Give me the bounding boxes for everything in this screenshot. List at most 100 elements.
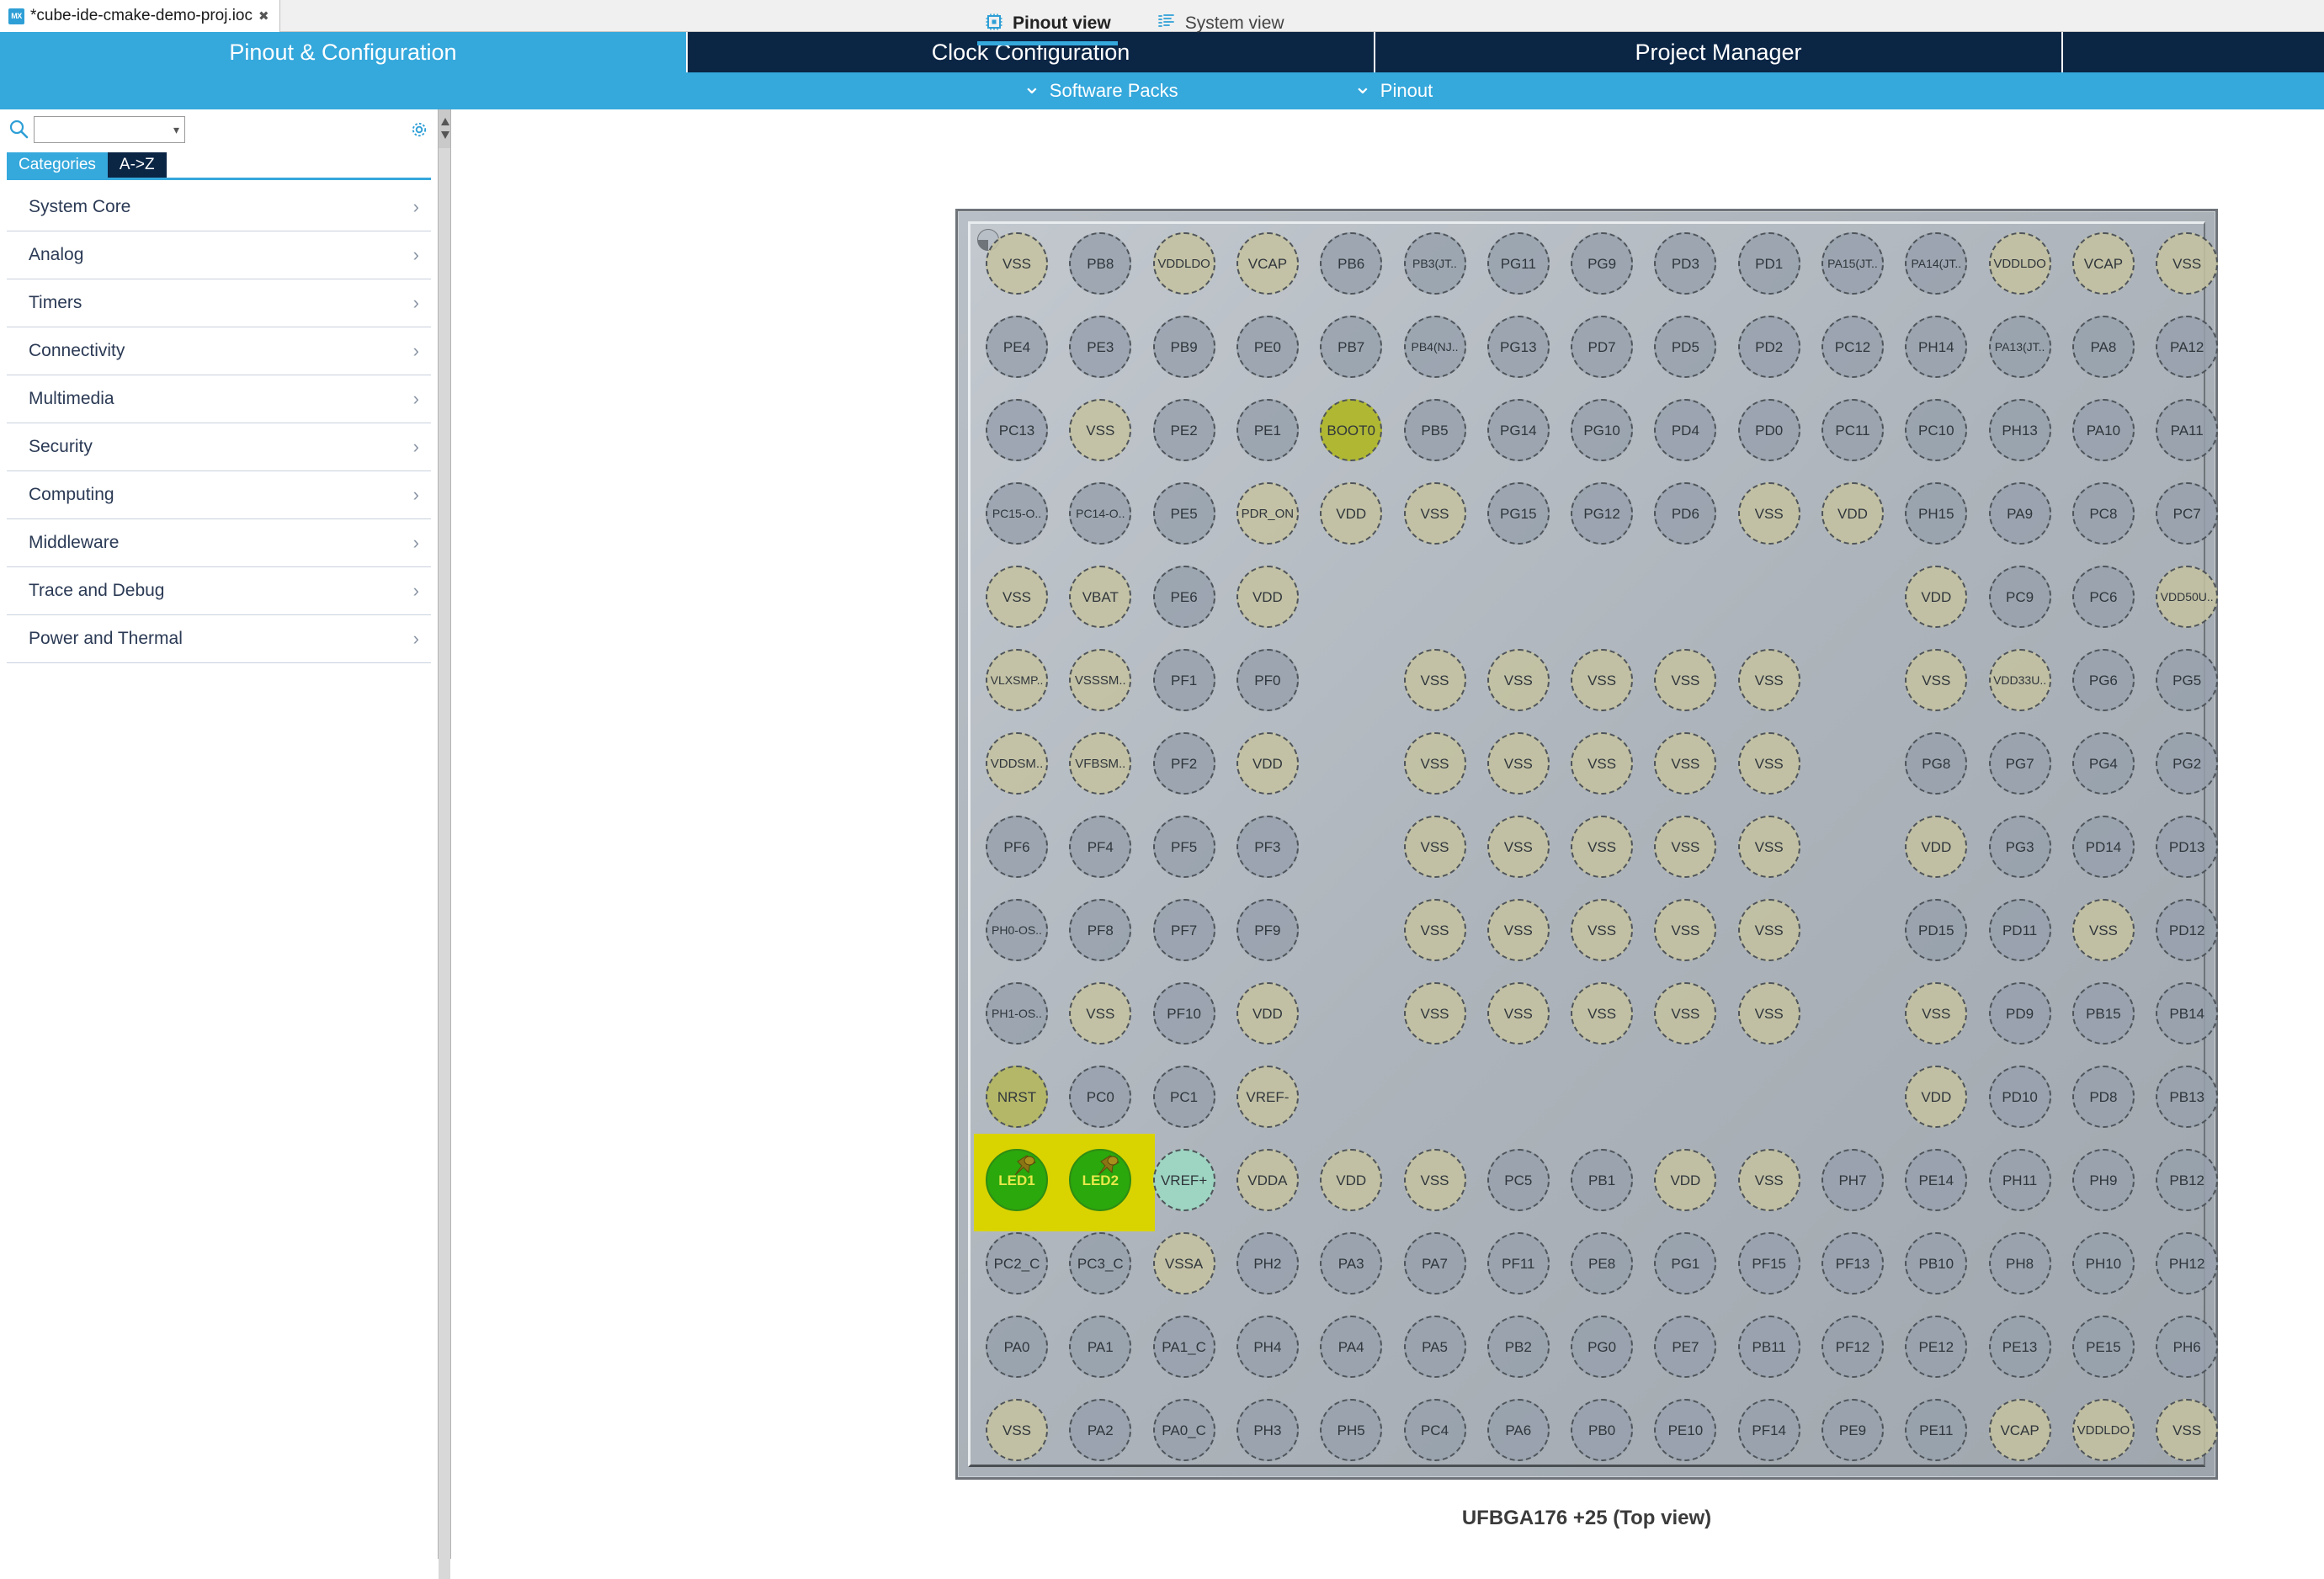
pin-pa3-r13c5[interactable]: PA3 [1320,1232,1382,1295]
pin-pd1-r1c10[interactable]: PD1 [1738,232,1800,295]
pin-vss-r15c1[interactable]: VSS [986,1399,1048,1461]
pin-pa13jt-r2c13[interactable]: PA13(JT.. [1989,316,2051,378]
pin-pc3_c-r13c2[interactable]: PC3_C [1069,1232,1131,1295]
pin-pd9-r10c13[interactable]: PD9 [1989,982,2051,1045]
pin-pe0-r2c4[interactable]: PE0 [1236,316,1299,378]
pin-pb9-r2c3[interactable]: PB9 [1153,316,1215,378]
pin-pa0-r14c1[interactable]: PA0 [986,1316,1048,1378]
pin-vddldo-r15c14[interactable]: VDDLDO [2072,1399,2135,1461]
close-icon[interactable]: ✖ [258,8,269,24]
pin-vss-r7c9[interactable]: VSS [1654,732,1716,795]
tab-system-view[interactable]: System view [1150,8,1291,45]
pin-vcap-r1c14[interactable]: VCAP [2072,232,2135,295]
gear-icon[interactable] [409,120,429,140]
pin-vddsm-r7c1[interactable]: VDDSM.. [986,732,1048,795]
pin-ph12-r13c15[interactable]: PH12 [2156,1232,2218,1295]
pin-vss-r6c8[interactable]: VSS [1571,649,1633,711]
pin-pd11-r9c13[interactable]: PD11 [1989,899,2051,961]
pin-vss-r12c6[interactable]: VSS [1404,1149,1466,1211]
pin-pb13-r11c15[interactable]: PB13 [2156,1066,2218,1128]
pin-ph8-r13c13[interactable]: PH8 [1989,1232,2051,1295]
pin-vfbsm-r7c2[interactable]: VFBSM.. [1069,732,1131,795]
pin-pb14-r10c15[interactable]: PB14 [2156,982,2218,1045]
pin-pc0-r11c2[interactable]: PC0 [1069,1066,1131,1128]
sidebar-item-security[interactable]: Security› [7,423,431,471]
sidebar-item-connectivity[interactable]: Connectivity› [7,327,431,375]
sidebar-item-timers[interactable]: Timers› [7,279,431,327]
pin-vss-r10c6[interactable]: VSS [1404,982,1466,1045]
sidebar-item-power-and-thermal[interactable]: Power and Thermal› [7,615,431,663]
pin-pg8-r7c12[interactable]: PG8 [1905,732,1967,795]
pin-pe13-r14c13[interactable]: PE13 [1989,1316,2051,1378]
pin-pc7-r4c15[interactable]: PC7 [2156,482,2218,545]
pin-vdd-r11c12[interactable]: VDD [1905,1066,1967,1128]
pin-pd6-r4c9[interactable]: PD6 [1654,482,1716,545]
pin-pg12-r4c8[interactable]: PG12 [1571,482,1633,545]
pin-pc2_c-r13c1[interactable]: PC2_C [986,1232,1048,1295]
panel-collapse-strip[interactable] [438,109,451,1559]
pin-pc6-r5c14[interactable]: PC6 [2072,566,2135,628]
pin-vdd-r5c4[interactable]: VDD [1236,566,1299,628]
pin-pd12-r9c15[interactable]: PD12 [2156,899,2218,961]
pin-pf6-r8c1[interactable]: PF6 [986,816,1048,878]
pin-pd7-r2c8[interactable]: PD7 [1571,316,1633,378]
pin-vss-r6c7[interactable]: VSS [1487,649,1550,711]
pin-pg4-r7c14[interactable]: PG4 [2072,732,2135,795]
pin-pd8-r11c14[interactable]: PD8 [2072,1066,2135,1128]
pin-pb11-r14c10[interactable]: PB11 [1738,1316,1800,1378]
pin-vss-r7c8[interactable]: VSS [1571,732,1633,795]
pin-pa14jt-r1c12[interactable]: PA14(JT.. [1905,232,1967,295]
pin-pf9-r9c4[interactable]: PF9 [1236,899,1299,961]
pin-pe1-r3c4[interactable]: PE1 [1236,399,1299,461]
pin-pg1-r13c9[interactable]: PG1 [1654,1232,1716,1295]
pin-pg11-r1c7[interactable]: PG11 [1487,232,1550,295]
pin-ph11-r12c13[interactable]: PH11 [1989,1149,2051,1211]
pin-pe11-r15c12[interactable]: PE11 [1905,1399,1967,1461]
pin-vss-r4c6[interactable]: VSS [1404,482,1466,545]
pin-pa10-r3c14[interactable]: PA10 [2072,399,2135,461]
pin-led2-r12c2[interactable]: LED2 [1069,1149,1131,1211]
sidebar-item-computing[interactable]: Computing› [7,471,431,519]
pin-ph6-r14c15[interactable]: PH6 [2156,1316,2218,1378]
pin-pa4-r14c5[interactable]: PA4 [1320,1316,1382,1378]
pin-pa9-r4c13[interactable]: PA9 [1989,482,2051,545]
pin-pf8-r9c2[interactable]: PF8 [1069,899,1131,961]
pin-pg2-r7c15[interactable]: PG2 [2156,732,2218,795]
pin-ph14-r2c12[interactable]: PH14 [1905,316,1967,378]
pin-pd5-r2c9[interactable]: PD5 [1654,316,1716,378]
pin-ph3-r15c4[interactable]: PH3 [1236,1399,1299,1461]
pin-vdd-r7c4[interactable]: VDD [1236,732,1299,795]
pin-pa5-r14c6[interactable]: PA5 [1404,1316,1466,1378]
pin-pf1-r6c3[interactable]: PF1 [1153,649,1215,711]
pin-vdd-r4c11[interactable]: VDD [1821,482,1884,545]
pin-vdd-r5c12[interactable]: VDD [1905,566,1967,628]
pin-pf3-r8c4[interactable]: PF3 [1236,816,1299,878]
pin-nrst-r11c1[interactable]: NRST [986,1066,1048,1128]
pin-pa8-r2c14[interactable]: PA8 [2072,316,2135,378]
pin-vdd-r12c5[interactable]: VDD [1320,1149,1382,1211]
pin-pb1-r12c8[interactable]: PB1 [1571,1149,1633,1211]
pin-vss-r7c6[interactable]: VSS [1404,732,1466,795]
pin-pb10-r13c12[interactable]: PB10 [1905,1232,1967,1295]
pin-pg0-r14c8[interactable]: PG0 [1571,1316,1633,1378]
pin-vss-r10c2[interactable]: VSS [1069,982,1131,1045]
pin-vsssm-r6c2[interactable]: VSSSM.. [1069,649,1131,711]
pin-pc9-r5c13[interactable]: PC9 [1989,566,2051,628]
nav-tab-project-manager[interactable]: Project Manager [1374,32,2061,72]
collapse-up-icon[interactable] [441,118,449,125]
pin-vss-r8c9[interactable]: VSS [1654,816,1716,878]
pin-pf2-r7c3[interactable]: PF2 [1153,732,1215,795]
pin-ph15-r4c12[interactable]: PH15 [1905,482,1967,545]
pin-pf11-r13c7[interactable]: PF11 [1487,1232,1550,1295]
pin-ph9-r12c14[interactable]: PH9 [2072,1149,2135,1211]
pin-pc12-r2c11[interactable]: PC12 [1821,316,1884,378]
pin-vss-r10c10[interactable]: VSS [1738,982,1800,1045]
pin-vss-r9c6[interactable]: VSS [1404,899,1466,961]
pin-vssa-r13c3[interactable]: VSSA [1153,1232,1215,1295]
sidebar-item-multimedia[interactable]: Multimedia› [7,375,431,423]
sidebar-item-trace-and-debug[interactable]: Trace and Debug› [7,567,431,615]
pin-vdd33u-r6c13[interactable]: VDD33U.. [1989,649,2051,711]
pin-pa1_c-r14c3[interactable]: PA1_C [1153,1316,1215,1378]
pin-vss-r9c10[interactable]: VSS [1738,899,1800,961]
pin-pa0_c-r15c3[interactable]: PA0_C [1153,1399,1215,1461]
